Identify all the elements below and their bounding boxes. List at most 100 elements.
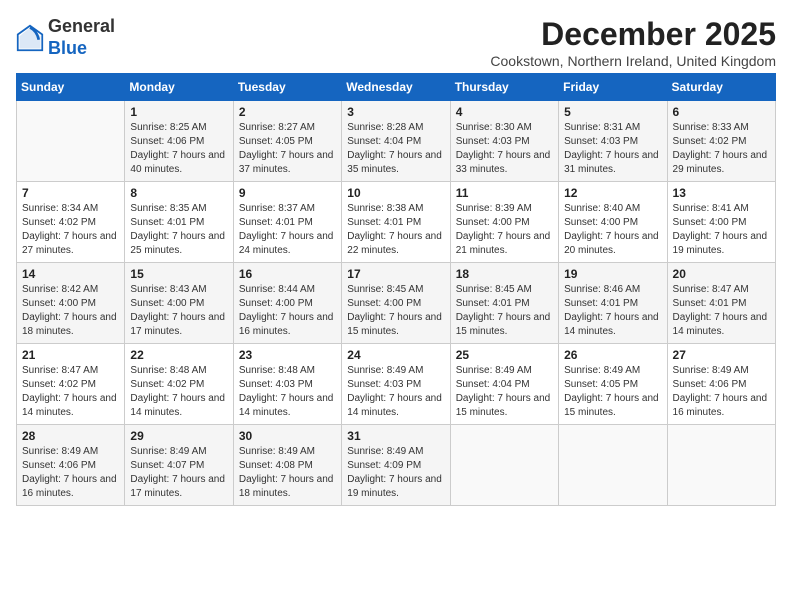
calendar-cell: 24Sunrise: 8:49 AM Sunset: 4:03 PM Dayli… [342,344,450,425]
day-info: Sunrise: 8:27 AM Sunset: 4:05 PM Dayligh… [239,121,336,177]
day-info: Sunrise: 8:44 AM Sunset: 4:00 PM Dayligh… [239,283,336,339]
calendar-cell: 30Sunrise: 8:49 AM Sunset: 4:08 PM Dayli… [233,425,341,506]
day-info: Sunrise: 8:28 AM Sunset: 4:04 PM Dayligh… [347,121,444,177]
day-number: 8 [130,186,227,200]
calendar-cell [450,425,558,506]
day-number: 23 [239,348,336,362]
day-number: 12 [564,186,661,200]
calendar-cell: 23Sunrise: 8:48 AM Sunset: 4:03 PM Dayli… [233,344,341,425]
weekday-header: Tuesday [233,74,341,101]
day-info: Sunrise: 8:25 AM Sunset: 4:06 PM Dayligh… [130,121,227,177]
weekday-row: SundayMondayTuesdayWednesdayThursdayFrid… [17,74,776,101]
day-number: 22 [130,348,227,362]
day-number: 4 [456,105,553,119]
day-number: 25 [456,348,553,362]
calendar-cell: 5Sunrise: 8:31 AM Sunset: 4:03 PM Daylig… [559,101,667,182]
day-info: Sunrise: 8:47 AM Sunset: 4:02 PM Dayligh… [22,364,119,420]
day-info: Sunrise: 8:45 AM Sunset: 4:00 PM Dayligh… [347,283,444,339]
day-number: 13 [673,186,770,200]
day-number: 10 [347,186,444,200]
calendar-cell: 16 Sunrise: 8:44 AM Sunset: 4:00 PM Dayli… [233,263,341,344]
day-number: 27 [673,348,770,362]
calendar-cell: 27 Sunrise: 8:49 AM Sunset: 4:06 PM Dayli… [667,344,775,425]
weekday-header: Thursday [450,74,558,101]
calendar-cell: 31 Sunrise: 8:49 AM Sunset: 4:09 PM Dayli… [342,425,450,506]
calendar-cell: 29 Sunrise: 8:49 AM Sunset: 4:07 PM Dayli… [125,425,233,506]
calendar-cell: 1 Sunrise: 8:25 AM Sunset: 4:06 PM Daylig… [125,101,233,182]
calendar-cell: 2 Sunrise: 8:27 AM Sunset: 4:05 PM Daylig… [233,101,341,182]
day-number: 7 [22,186,119,200]
calendar-cell: 3 Sunrise: 8:28 AM Sunset: 4:04 PM Daylig… [342,101,450,182]
day-number: 1 [130,105,227,119]
day-number: 18 [456,267,553,281]
day-info: Sunrise: 8:49 AM Sunset: 4:07 PM Dayligh… [130,445,227,501]
calendar-cell: 6 Sunrise: 8:33 AM Sunset: 4:02 PM Daylig… [667,101,775,182]
day-number: 28 [22,429,119,443]
day-number: 15 [130,267,227,281]
day-number: 17 [347,267,444,281]
calendar-week-row: 21Sunrise: 8:47 AM Sunset: 4:02 PM Dayli… [17,344,776,425]
calendar-cell: 21Sunrise: 8:47 AM Sunset: 4:02 PM Dayli… [17,344,125,425]
calendar-header: SundayMondayTuesdayWednesdayThursdayFrid… [17,74,776,101]
day-info: Sunrise: 8:49 AM Sunset: 4:08 PM Dayligh… [239,445,336,501]
calendar-week-row: 1 Sunrise: 8:25 AM Sunset: 4:06 PM Daylig… [17,101,776,182]
day-info: Sunrise: 8:49 AM Sunset: 4:09 PM Dayligh… [347,445,444,501]
day-number: 3 [347,105,444,119]
day-number: 2 [239,105,336,119]
day-info: Sunrise: 8:43 AM Sunset: 4:00 PM Dayligh… [130,283,227,339]
calendar-cell: 9Sunrise: 8:37 AM Sunset: 4:01 PM Daylig… [233,182,341,263]
calendar-cell: 11Sunrise: 8:39 AM Sunset: 4:00 PM Dayli… [450,182,558,263]
day-info: Sunrise: 8:37 AM Sunset: 4:01 PM Dayligh… [239,202,336,258]
calendar-cell: 8 Sunrise: 8:35 AM Sunset: 4:01 PM Daylig… [125,182,233,263]
day-info: Sunrise: 8:49 AM Sunset: 4:04 PM Dayligh… [456,364,553,420]
calendar-cell: 14Sunrise: 8:42 AM Sunset: 4:00 PM Dayli… [17,263,125,344]
weekday-header: Wednesday [342,74,450,101]
logo: General Blue [16,16,115,59]
day-info: Sunrise: 8:41 AM Sunset: 4:00 PM Dayligh… [673,202,770,258]
day-number: 11 [456,186,553,200]
day-info: Sunrise: 8:38 AM Sunset: 4:01 PM Dayligh… [347,202,444,258]
day-number: 19 [564,267,661,281]
calendar-cell: 12 Sunrise: 8:40 AM Sunset: 4:00 PM Dayli… [559,182,667,263]
day-info: Sunrise: 8:40 AM Sunset: 4:00 PM Dayligh… [564,202,661,258]
calendar-week-row: 28 Sunrise: 8:49 AM Sunset: 4:06 PM Dayli… [17,425,776,506]
logo-icon [16,24,44,52]
day-info: Sunrise: 8:31 AM Sunset: 4:03 PM Dayligh… [564,121,661,177]
page-header: General Blue December 2025 Cookstown, No… [16,16,776,69]
calendar-cell: 28 Sunrise: 8:49 AM Sunset: 4:06 PM Dayli… [17,425,125,506]
day-info: Sunrise: 8:49 AM Sunset: 4:05 PM Dayligh… [564,364,661,420]
month-title: December 2025 [490,16,776,53]
day-number: 24 [347,348,444,362]
calendar-cell: 10 Sunrise: 8:38 AM Sunset: 4:01 PM Dayli… [342,182,450,263]
calendar-week-row: 7 Sunrise: 8:34 AM Sunset: 4:02 PM Daylig… [17,182,776,263]
weekday-header: Monday [125,74,233,101]
day-info: Sunrise: 8:34 AM Sunset: 4:02 PM Dayligh… [22,202,119,258]
day-number: 16 [239,267,336,281]
weekday-header: Friday [559,74,667,101]
weekday-header: Saturday [667,74,775,101]
day-number: 29 [130,429,227,443]
day-info: Sunrise: 8:33 AM Sunset: 4:02 PM Dayligh… [673,121,770,177]
day-info: Sunrise: 8:35 AM Sunset: 4:01 PM Dayligh… [130,202,227,258]
calendar-cell [667,425,775,506]
title-block: December 2025 Cookstown, Northern Irelan… [490,16,776,69]
calendar-cell: 25 Sunrise: 8:49 AM Sunset: 4:04 PM Dayli… [450,344,558,425]
day-info: Sunrise: 8:30 AM Sunset: 4:03 PM Dayligh… [456,121,553,177]
weekday-header: Sunday [17,74,125,101]
day-number: 6 [673,105,770,119]
calendar-cell: 18 Sunrise: 8:45 AM Sunset: 4:01 PM Dayli… [450,263,558,344]
day-number: 20 [673,267,770,281]
calendar-table: SundayMondayTuesdayWednesdayThursdayFrid… [16,73,776,506]
calendar-cell: 19 Sunrise: 8:46 AM Sunset: 4:01 PM Dayli… [559,263,667,344]
calendar-cell: 17 Sunrise: 8:45 AM Sunset: 4:00 PM Dayli… [342,263,450,344]
day-info: Sunrise: 8:46 AM Sunset: 4:01 PM Dayligh… [564,283,661,339]
day-info: Sunrise: 8:49 AM Sunset: 4:06 PM Dayligh… [22,445,119,501]
day-info: Sunrise: 8:45 AM Sunset: 4:01 PM Dayligh… [456,283,553,339]
calendar-cell [559,425,667,506]
calendar-week-row: 14Sunrise: 8:42 AM Sunset: 4:00 PM Dayli… [17,263,776,344]
location: Cookstown, Northern Ireland, United King… [490,53,776,69]
calendar-cell: 13 Sunrise: 8:41 AM Sunset: 4:00 PM Dayli… [667,182,775,263]
day-number: 31 [347,429,444,443]
day-info: Sunrise: 8:49 AM Sunset: 4:06 PM Dayligh… [673,364,770,420]
calendar-cell: 4 Sunrise: 8:30 AM Sunset: 4:03 PM Daylig… [450,101,558,182]
